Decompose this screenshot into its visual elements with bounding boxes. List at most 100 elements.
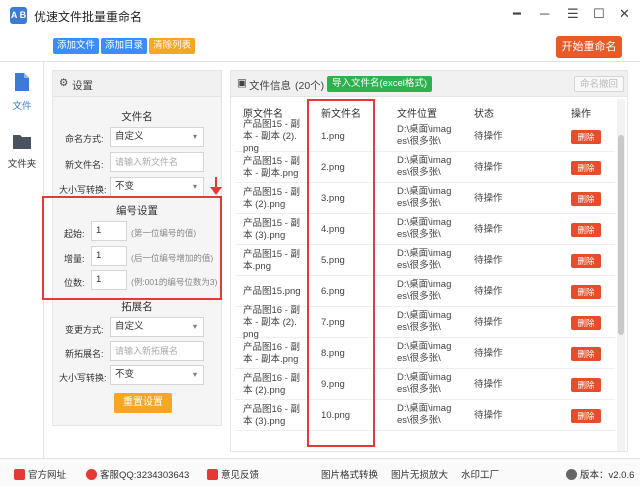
original-filename-cell: 产品图15 - 副本 - 副本 (2). png — [243, 119, 300, 155]
lossless-upscale-link[interactable]: 图片无损放大 — [391, 467, 448, 481]
sidebar: 文件 文件夹 — [0, 62, 44, 458]
original-filename-cell: 产品图15.png — [243, 286, 301, 298]
location-line: D:\桌面\imag — [397, 217, 452, 228]
status-cell: 待操作 — [474, 410, 503, 421]
original-filename-line: 本.png — [243, 261, 271, 272]
settings-title: 设置 — [72, 80, 93, 92]
new-ext-input[interactable]: 请输入新拓展名 — [110, 341, 204, 361]
location-cell: D:\桌面\imag es\很多张\ — [397, 217, 451, 241]
close-icon[interactable]: ✕ — [619, 7, 630, 21]
delete-button[interactable]: 删除 — [571, 409, 601, 423]
original-filename-line: 产品图16 - 副 — [243, 305, 301, 316]
location-line: es\很多张\ — [397, 415, 441, 426]
file-count: (20个) — [295, 80, 325, 92]
scrollbar-thumb[interactable] — [618, 135, 624, 335]
location-line: es\很多张\ — [397, 229, 441, 240]
delete-button[interactable]: 删除 — [571, 192, 601, 206]
delete-button[interactable]: 删除 — [571, 378, 601, 392]
table-row[interactable]: 产品图16 - 副本 (3).png 10.png D:\桌面\imag es\很多张… — [235, 400, 615, 431]
location-line: D:\桌面\imag — [397, 248, 452, 259]
add-directory-button[interactable]: 添加目录 — [101, 38, 148, 54]
delete-button[interactable]: 删除 — [571, 130, 601, 144]
delete-button[interactable]: 删除 — [571, 285, 601, 299]
sidebar-item-file[interactable]: 文件 — [0, 72, 44, 112]
column-header-action: 操作 — [571, 109, 591, 120]
file-info-header: ▣ 文件信息 (20个) 导入文件名(excel格式) 命名撤回 — [231, 71, 627, 97]
table-row[interactable]: 产品图16 - 副本 - 副本 (2). png 7.png D:\桌面\imag es… — [235, 305, 615, 340]
location-line: D:\桌面\imag — [397, 372, 452, 383]
naming-mode-select[interactable]: 自定义 ▾ — [110, 127, 204, 147]
new-name-label: 新文件名: — [65, 160, 104, 170]
gear-icon: ⚙ — [59, 77, 69, 89]
format-convert-link[interactable]: 图片格式转换 — [321, 467, 378, 481]
import-excel-button[interactable]: 导入文件名(excel格式) — [327, 76, 433, 92]
qq-support-link[interactable]: 客服QQ:3234303643 — [86, 467, 189, 481]
file-icon — [15, 73, 29, 91]
new-ext-label: 新拓展名: — [65, 349, 104, 359]
location-cell: D:\桌面\imag es\很多张\ — [397, 403, 451, 427]
settings-header: ⚙ 设置 — [53, 71, 221, 97]
original-filename-cell: 产品图15 - 副本.png — [243, 249, 300, 273]
sidebar-item-label: 文件 — [12, 101, 32, 112]
column-header-original: 原文件名 — [243, 109, 283, 120]
location-line: es\很多张\ — [397, 136, 441, 147]
table-row[interactable]: 产品图16 - 副本 (2).png 9.png D:\桌面\imag es\很多张\… — [235, 369, 615, 400]
delete-button[interactable]: 删除 — [571, 223, 601, 237]
status-cell: 待操作 — [474, 317, 503, 328]
table-row[interactable]: 产品图15 - 副本 - 副本.png 2.png D:\桌面\imag es\很多张… — [235, 152, 615, 183]
new-name-input[interactable]: 请输入新文件名 — [110, 152, 204, 172]
table-row[interactable]: 产品图15 - 副本.png 5.png D:\桌面\imag es\很多张\ 待操作删… — [235, 245, 615, 276]
table-row[interactable]: 产品图15 - 副本 (2).png 3.png D:\桌面\imag es\很多张\… — [235, 183, 615, 214]
delete-button[interactable]: 删除 — [571, 316, 601, 330]
folder-icon — [13, 135, 31, 149]
watermark-link[interactable]: 水印工厂 — [461, 467, 499, 481]
sidebar-item-folder[interactable]: 文件夹 — [0, 132, 44, 170]
column-header-status: 状态 — [474, 109, 494, 120]
add-file-button[interactable]: 添加文件 — [53, 38, 100, 54]
ext-mode-select[interactable]: 自定义 ▾ — [110, 317, 204, 337]
original-filename-line: 产品图15 - 副 — [243, 218, 301, 229]
table-row[interactable]: 产品图15 - 副本 (3).png 4.png D:\桌面\imag es\很多张\… — [235, 214, 615, 245]
location-line: es\很多张\ — [397, 384, 441, 395]
feedback-link[interactable]: 意见反馈 — [207, 467, 259, 481]
filename-section-title: 文件名 — [121, 111, 153, 123]
delete-button[interactable]: 删除 — [571, 161, 601, 175]
chevron-down-icon: ▾ — [192, 322, 197, 331]
undo-rename-button[interactable]: 命名撤回 — [574, 76, 625, 92]
menu-icon[interactable]: ☰ — [567, 7, 579, 21]
status-cell: 待操作 — [474, 131, 503, 142]
scrollbar[interactable] — [617, 99, 625, 451]
location-line: es\很多张\ — [397, 167, 441, 178]
minimize-window-button[interactable]: ─ — [540, 7, 549, 21]
delete-button[interactable]: 删除 — [571, 254, 601, 268]
location-line: D:\桌面\imag — [397, 310, 452, 321]
extension-section-title: 拓展名 — [121, 301, 153, 313]
original-filename-line: 产品图16 - 副 — [243, 342, 301, 353]
location-cell: D:\桌面\imag es\很多张\ — [397, 248, 451, 272]
home-icon — [14, 469, 25, 480]
delete-button[interactable]: 删除 — [571, 347, 601, 361]
info-icon — [566, 469, 577, 480]
reset-settings-button[interactable]: 重置设置 — [114, 393, 172, 413]
table-row[interactable]: 产品图15 - 副本 - 副本 (2). png 1.png D:\桌面\imag es… — [235, 119, 615, 155]
original-filename-line: 本 - 副本 (2). — [243, 317, 297, 328]
maximize-icon[interactable]: ☐ — [593, 7, 605, 21]
table-row[interactable]: 产品图16 - 副本 - 副本.png 8.png D:\桌面\imag es\很多张… — [235, 338, 615, 369]
ext-case-select[interactable]: 不变 ▾ — [110, 365, 204, 385]
table-row[interactable]: 产品图15.png 6.png D:\桌面\imag es\很多张\ 待操作 删除 — [235, 276, 615, 307]
status-cell: 待操作 — [474, 379, 503, 390]
case-convert-select[interactable]: 不变 ▾ — [110, 177, 204, 197]
clear-list-button[interactable]: 清除列表 — [149, 38, 196, 54]
ext-mode-label: 变更方式: — [65, 325, 104, 335]
minimize-icon[interactable]: ━ — [513, 7, 521, 21]
version-info: 版本：v2.0.6 — [566, 467, 634, 481]
status-cell: 待操作 — [474, 255, 503, 266]
location-line: es\很多张\ — [397, 291, 441, 302]
location-line: es\很多张\ — [397, 198, 441, 209]
original-filename-cell: 产品图16 - 副本 (3).png — [243, 404, 300, 428]
start-rename-button[interactable]: 开始重命名 — [556, 36, 622, 58]
original-filename-line: 产品图15 - 副 — [243, 187, 301, 198]
original-filename-line: 产品图15 - 副 — [243, 119, 301, 130]
website-link[interactable]: 官方网址 — [14, 467, 66, 481]
arrow-down-icon — [210, 177, 222, 195]
